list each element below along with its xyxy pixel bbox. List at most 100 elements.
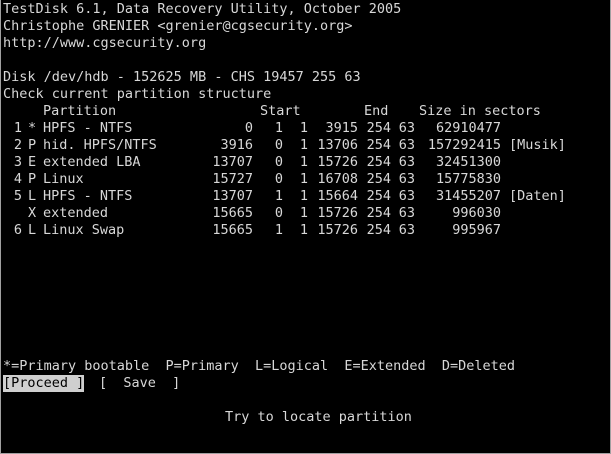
size-sectors: 32451300 xyxy=(435,154,501,170)
start-head: 1 xyxy=(274,222,283,238)
end-cylinder: 15664 xyxy=(317,188,358,204)
start-head: 0 xyxy=(274,154,283,170)
partition-type: extended LBA xyxy=(43,154,141,170)
start-head: 1 xyxy=(274,120,283,136)
end-cylinder: 16708 xyxy=(317,171,358,187)
disk-info: Disk /dev/hdb - 152625 MB - CHS 19457 25… xyxy=(3,69,361,85)
partition-type: Linux xyxy=(43,171,84,187)
hint-text: Try to locate partition xyxy=(225,409,412,425)
size-sectors: 995967 xyxy=(452,222,501,238)
size-sectors: 62910477 xyxy=(435,120,501,136)
end-sector: 63 xyxy=(398,171,415,187)
start-head: 0 xyxy=(274,171,283,187)
author-line: Christophe GRENIER <grenier@cgsecurity.o… xyxy=(3,18,353,34)
end-head: 254 xyxy=(366,154,391,170)
partition-flag: * xyxy=(28,120,37,136)
proceed-button[interactable]: [Proceed ] xyxy=(3,375,85,392)
start-sector: 1 xyxy=(299,120,308,136)
partition-label xyxy=(509,120,599,137)
start-head: 0 xyxy=(274,137,283,153)
action-menu: [Proceed ] [ Save ] xyxy=(3,375,603,392)
end-head: 254 xyxy=(366,171,391,187)
start-cylinder: 0 xyxy=(244,120,253,136)
partition-type: HPFS - NTFS xyxy=(43,120,133,136)
start-cylinder: 13707 xyxy=(212,154,253,170)
start-sector: 1 xyxy=(299,205,308,221)
header-partition: Partition xyxy=(43,103,117,119)
end-cylinder: 15726 xyxy=(317,205,358,221)
end-sector: 63 xyxy=(398,188,415,204)
end-cylinder: 15726 xyxy=(317,222,358,238)
size-sectors: 15775830 xyxy=(435,171,501,187)
partition-type: Linux Swap xyxy=(43,222,125,238)
start-head: 1 xyxy=(274,188,283,204)
end-head: 254 xyxy=(366,205,391,221)
start-sector: 1 xyxy=(299,137,308,153)
start-cylinder: 3916 xyxy=(220,137,253,153)
status-text: Check current partition structure xyxy=(3,86,272,102)
size-sectors: 996030 xyxy=(452,205,501,221)
header-end: End xyxy=(364,103,389,119)
end-sector: 63 xyxy=(398,154,415,170)
end-cylinder: 13706 xyxy=(317,137,358,153)
end-head: 254 xyxy=(366,188,391,204)
partition-type: extended xyxy=(43,205,109,221)
partition-type: hid. HPFS/NTFS xyxy=(43,137,157,153)
start-head: 0 xyxy=(274,205,283,221)
save-button[interactable]: [ Save ] xyxy=(99,375,180,392)
partition-label xyxy=(509,171,599,188)
start-sector: 1 xyxy=(299,222,308,238)
website-url: http://www.cgsecurity.org xyxy=(3,35,207,51)
partition-flag: P xyxy=(28,171,37,187)
partition-row[interactable]: Xextended 15665 0 1 15726 254 63 996030 xyxy=(3,205,603,222)
partition-row[interactable]: 6 L Linux Swap 15665 1 1 15726 254 63 995967 xyxy=(3,222,603,239)
partition-row[interactable]: 2 Phid. HPFS/NTFS 3916 0 1 13706 254 63 15729241… xyxy=(3,137,603,154)
start-cylinder: 13707 xyxy=(212,188,253,204)
partition-number: 5 xyxy=(13,188,22,204)
partition-label: [Daten] xyxy=(509,188,566,204)
partition-row[interactable]: 3 Eextended LBA 13707 0 1 15726 254 63 32451300 xyxy=(3,154,603,171)
partition-label xyxy=(509,205,599,222)
start-cylinder: 15665 xyxy=(212,222,253,238)
partition-type: HPFS - NTFS xyxy=(43,188,133,204)
partition-flag: L xyxy=(28,222,37,238)
start-sector: 1 xyxy=(299,188,308,204)
partition-row[interactable]: 4 P Linux 15727 0 1 16708 254 63 15775830 xyxy=(3,171,603,188)
partition-row[interactable]: 5 L HPFS - NTFS 13707 1 1 15664 254 63 31455207 [D… xyxy=(3,188,603,205)
partition-label xyxy=(509,154,599,171)
partition-label: [Musik] xyxy=(509,137,566,153)
end-head: 254 xyxy=(366,222,391,238)
header-start: Start xyxy=(260,103,301,119)
legend-text: *=Primary bootable P=Primary L=Logical E… xyxy=(3,358,516,374)
end-cylinder: 15726 xyxy=(317,154,358,170)
partition-number: 6 xyxy=(13,222,22,238)
end-head: 254 xyxy=(366,137,391,153)
partition-number: 1 xyxy=(13,120,22,136)
partition-flag: X xyxy=(28,205,37,221)
end-head: 254 xyxy=(366,120,391,136)
partition-row[interactable]: 1 * HPFS - NTFS 0 1 1 3915 254 63 62910477 xyxy=(3,120,603,137)
end-sector: 63 xyxy=(398,137,415,153)
terminal-window: TestDisk 6.1, Data Recovery Utility, Oct… xyxy=(0,0,611,454)
partition-number: 2 xyxy=(13,137,22,153)
end-sector: 63 xyxy=(398,222,415,238)
partition-label xyxy=(509,222,599,239)
end-sector: 63 xyxy=(398,205,415,221)
end-cylinder: 3915 xyxy=(325,120,358,136)
partition-table-header: Partition Start End Size in sectors xyxy=(3,103,603,120)
partition-flag: P xyxy=(28,137,37,153)
partition-number xyxy=(12,205,22,222)
start-cylinder: 15727 xyxy=(212,171,253,187)
start-sector: 1 xyxy=(299,154,308,170)
size-sectors: 157292415 xyxy=(427,137,501,153)
size-sectors: 31455207 xyxy=(435,188,501,204)
start-sector: 1 xyxy=(299,171,308,187)
partition-flag: L xyxy=(28,188,37,204)
header-size: Size in sectors xyxy=(419,103,541,119)
app-title: TestDisk 6.1, Data Recovery Utility, Oct… xyxy=(3,1,402,17)
partition-number: 4 xyxy=(13,171,22,187)
partition-flag: E xyxy=(28,154,37,170)
partition-number: 3 xyxy=(13,154,22,170)
start-cylinder: 15665 xyxy=(212,205,253,221)
end-sector: 63 xyxy=(398,120,415,136)
